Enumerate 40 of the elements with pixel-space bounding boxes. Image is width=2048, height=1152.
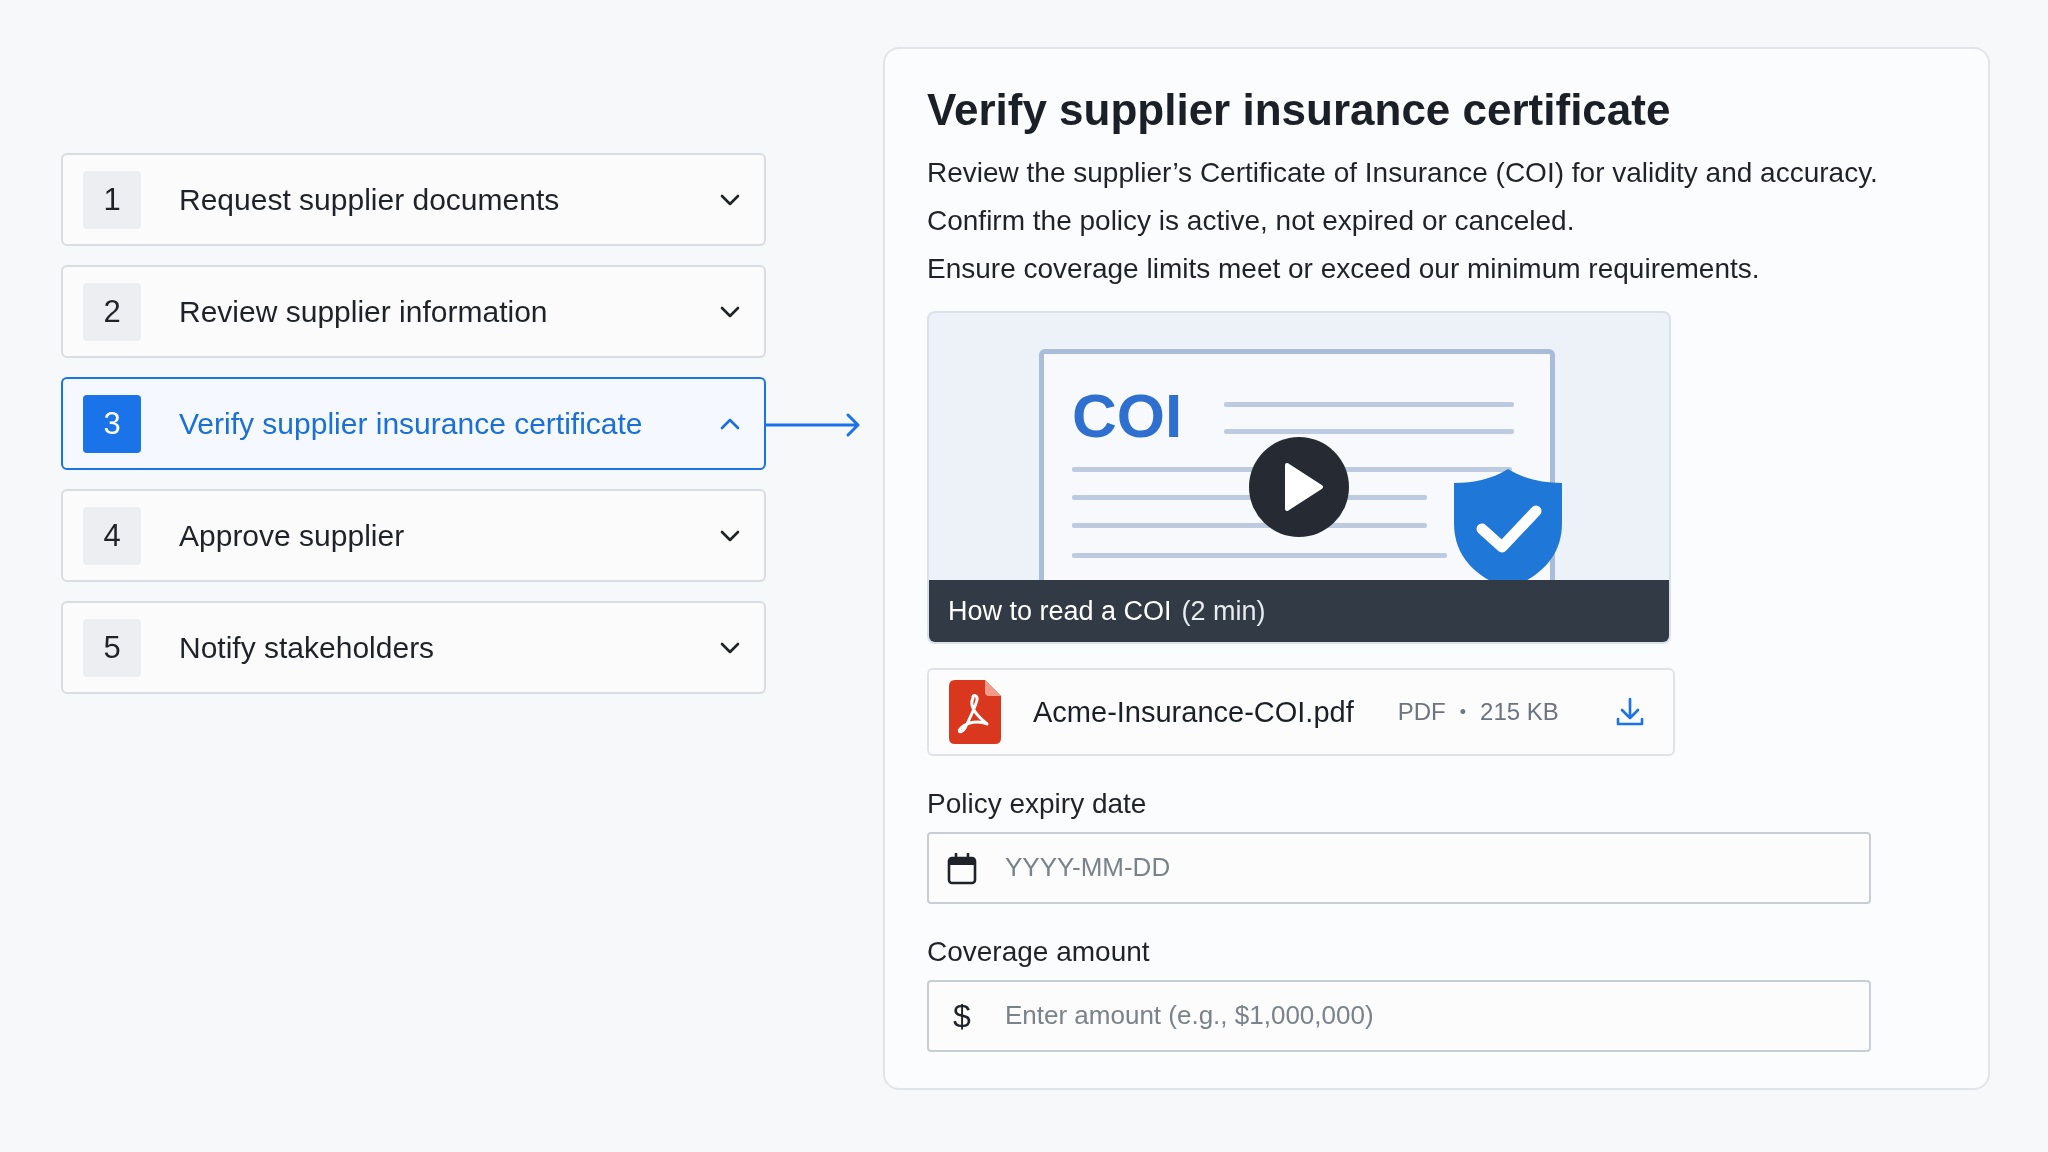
step-number: 1 [83,170,141,229]
description-text: Review the supplier’s Certificate of Insurance (COI) for validity and accuracy. [927,157,1878,189]
download-icon[interactable] [1615,697,1645,727]
date-field[interactable]: YYYY-MM-DD [927,831,1871,904]
step-title: Notify stakeholders [179,630,436,665]
description-text: Ensure coverage limits meet or exceed our minimum requirements. [927,253,1760,285]
step-number: 2 [83,282,141,341]
field-label: Policy expiry date [927,787,1147,820]
step-item[interactable]: 5 Notify stakeholders [61,601,766,694]
field-label: Coverage amount [927,935,1150,968]
video-duration: (2 min) [1181,595,1266,627]
chevron-down-icon[interactable] [720,193,740,206]
step-title: Request supplier documents [179,182,561,217]
video-title: How to read a COI [948,595,1172,627]
file-size: 215 KB [1480,698,1559,726]
thumbnail-title: COI [1072,380,1183,451]
play-icon[interactable] [1249,437,1349,537]
chevron-down-icon[interactable] [720,641,740,654]
chevron-down-icon[interactable] [720,305,740,318]
step-title: Approve supplier [179,518,406,553]
video-player[interactable]: COI How to read a COI (2 min) [927,311,1671,645]
step-number: 5 [83,618,141,677]
step-number: 3 [83,394,141,453]
currency-symbol: $ [952,997,972,1035]
description-text: Confirm the policy is active, not expired or canceled. [927,205,1575,237]
step-item[interactable]: 1 Request supplier documents [61,153,766,246]
file-type: PDF [1397,698,1446,726]
step-item[interactable]: 2 Review supplier information [61,265,766,358]
pdf-file-icon [949,680,1001,744]
step-title: Review supplier information [179,294,549,329]
step-item[interactable]: 3 Verify supplier insurance certificate [61,377,766,470]
chevron-up-icon[interactable] [720,417,740,430]
chevron-down-icon[interactable] [720,529,740,542]
file-name: Acme-Insurance-COI.pdf [1033,695,1354,729]
step-number: 4 [83,506,141,565]
detail-title: Verify supplier insurance certificate [927,85,1671,135]
step-item[interactable]: 4 Approve supplier [61,489,766,582]
step-title: Verify supplier insurance certificate [179,406,644,441]
meta-separator: • [1459,701,1467,723]
file-attachment[interactable]: Acme-Insurance-COI.pdf PDF • 215 KB [927,668,1675,756]
